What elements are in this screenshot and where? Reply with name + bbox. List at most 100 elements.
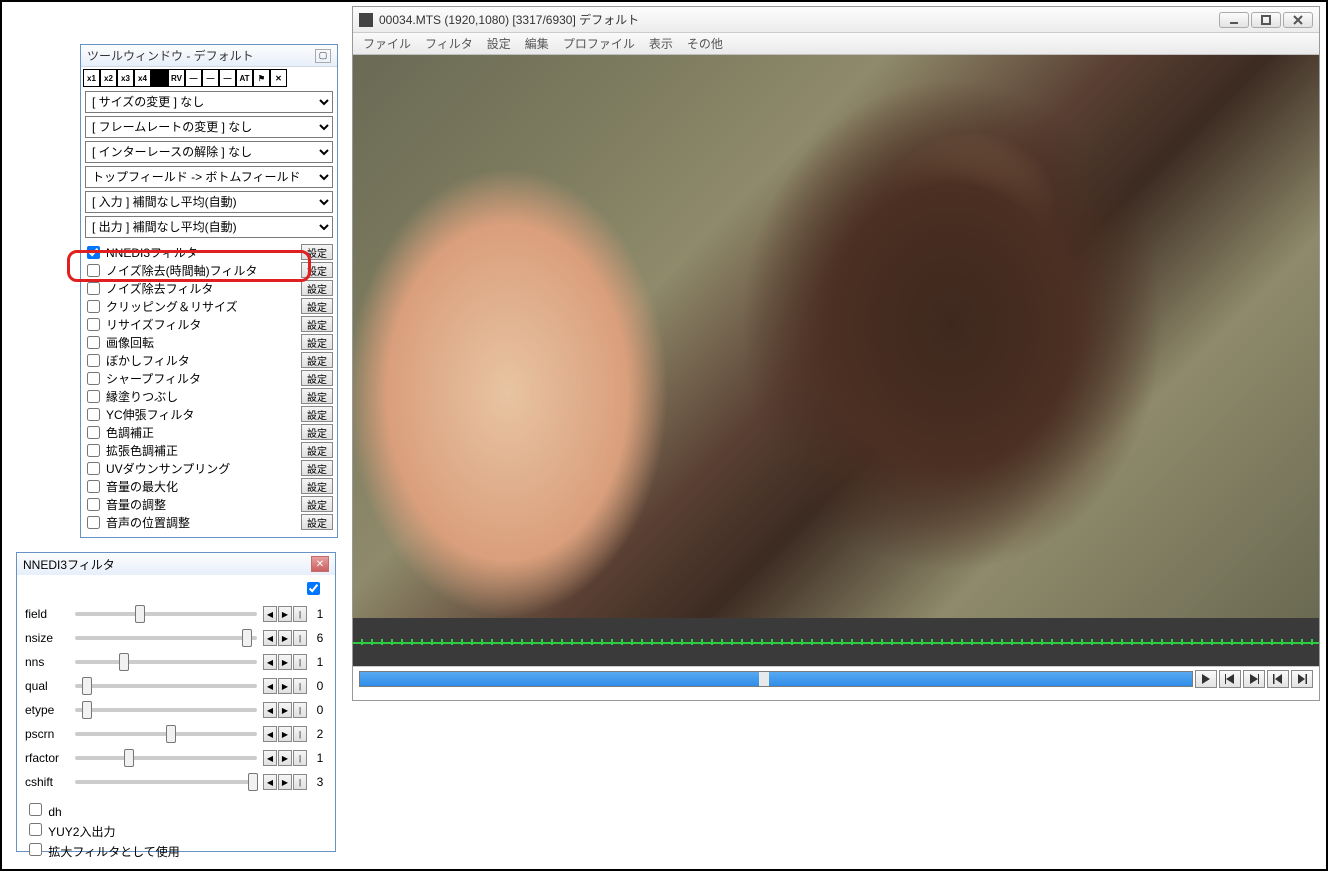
slider-inc-button[interactable]: ▶	[278, 774, 292, 790]
tool-titlebar[interactable]: ツールウィンドウ - デフォルト ▢	[81, 45, 337, 67]
menu-file[interactable]: ファイル	[363, 35, 411, 52]
slider-reset-button[interactable]: |	[293, 726, 307, 742]
menu-edit[interactable]: 編集	[525, 35, 549, 52]
toolbar-black-button[interactable]	[151, 69, 168, 87]
toolbar-rv-button[interactable]: RV	[168, 69, 185, 87]
filter-checkbox[interactable]	[87, 444, 100, 457]
slider-dec-button[interactable]: ◀	[263, 630, 277, 646]
slider-dec-button[interactable]: ◀	[263, 606, 277, 622]
filter-settings-button[interactable]: 設定	[301, 514, 333, 530]
zoom-x4-button[interactable]: x4	[134, 69, 151, 87]
slider-reset-button[interactable]: |	[293, 774, 307, 790]
slider-dec-button[interactable]: ◀	[263, 702, 277, 718]
slider-track[interactable]	[75, 660, 257, 664]
filter-checkbox[interactable]	[87, 372, 100, 385]
slider-dec-button[interactable]: ◀	[263, 678, 277, 694]
filter-settings-button[interactable]: 設定	[301, 496, 333, 512]
slider-track[interactable]	[75, 708, 257, 712]
nnedi-checkbox[interactable]	[29, 803, 42, 816]
filter-checkbox[interactable]	[87, 300, 100, 313]
toolbar-bar2-button[interactable]: —	[202, 69, 219, 87]
filter-checkbox[interactable]	[87, 390, 100, 403]
toolbar-bar3-button[interactable]: —	[219, 69, 236, 87]
filter-settings-button[interactable]: 設定	[301, 370, 333, 386]
slider-reset-button[interactable]: |	[293, 750, 307, 766]
filter-settings-button[interactable]: 設定	[301, 406, 333, 422]
tool-select-3[interactable]: トップフィールド -> ボトムフィールド	[85, 166, 333, 188]
nnedi-checkbox[interactable]	[29, 843, 42, 856]
slider-thumb[interactable]	[248, 773, 258, 791]
toolbar-at-button[interactable]: AT	[236, 69, 253, 87]
tool-select-0[interactable]: [ サイズの変更 ] なし	[85, 91, 333, 113]
play-button[interactable]	[1195, 670, 1217, 688]
main-titlebar[interactable]: 00034.MTS (1920,1080) [3317/6930] デフォルト	[353, 7, 1319, 33]
go-end-button[interactable]	[1291, 670, 1313, 688]
go-start-button[interactable]	[1267, 670, 1289, 688]
toolbar-bar1-button[interactable]: —	[185, 69, 202, 87]
filter-checkbox[interactable]	[87, 318, 100, 331]
slider-thumb[interactable]	[119, 653, 129, 671]
zoom-x2-button[interactable]: x2	[100, 69, 117, 87]
filter-checkbox[interactable]	[87, 336, 100, 349]
filter-settings-button[interactable]: 設定	[301, 280, 333, 296]
close-button[interactable]	[1283, 12, 1313, 28]
slider-inc-button[interactable]: ▶	[278, 726, 292, 742]
filter-settings-button[interactable]: 設定	[301, 316, 333, 332]
maximize-button[interactable]	[1251, 12, 1281, 28]
filter-checkbox[interactable]	[87, 462, 100, 475]
slider-reset-button[interactable]: |	[293, 678, 307, 694]
minimize-button[interactable]	[1219, 12, 1249, 28]
tool-select-1[interactable]: [ フレームレートの変更 ] なし	[85, 116, 333, 138]
slider-inc-button[interactable]: ▶	[278, 750, 292, 766]
slider-reset-button[interactable]: |	[293, 654, 307, 670]
slider-track[interactable]	[75, 684, 257, 688]
slider-reset-button[interactable]: |	[293, 630, 307, 646]
slider-thumb[interactable]	[124, 749, 134, 767]
slider-reset-button[interactable]: |	[293, 606, 307, 622]
tool-select-2[interactable]: [ インターレースの解除 ] なし	[85, 141, 333, 163]
timeline-scrubber[interactable]	[359, 671, 1193, 687]
zoom-x1-button[interactable]: x1	[83, 69, 100, 87]
slider-reset-button[interactable]: |	[293, 702, 307, 718]
filter-settings-button[interactable]: 設定	[301, 424, 333, 440]
slider-track[interactable]	[75, 612, 257, 616]
filter-checkbox[interactable]	[87, 264, 100, 277]
zoom-x3-button[interactable]: x3	[117, 69, 134, 87]
slider-inc-button[interactable]: ▶	[278, 702, 292, 718]
filter-checkbox[interactable]	[87, 246, 100, 259]
filter-checkbox[interactable]	[87, 426, 100, 439]
slider-dec-button[interactable]: ◀	[263, 774, 277, 790]
filter-checkbox[interactable]	[87, 480, 100, 493]
menu-profile[interactable]: プロファイル	[563, 35, 635, 52]
filter-checkbox[interactable]	[87, 516, 100, 529]
menu-other[interactable]: その他	[687, 35, 723, 52]
tool-close-button[interactable]: ▢	[315, 49, 331, 63]
slider-thumb[interactable]	[82, 701, 92, 719]
slider-track[interactable]	[75, 636, 257, 640]
nnedi3-close-button[interactable]: ✕	[311, 556, 329, 572]
slider-thumb[interactable]	[166, 725, 176, 743]
slider-inc-button[interactable]: ▶	[278, 630, 292, 646]
filter-settings-button[interactable]: 設定	[301, 478, 333, 494]
filter-checkbox[interactable]	[87, 354, 100, 367]
menu-filter[interactable]: フィルタ	[425, 35, 473, 52]
slider-thumb[interactable]	[82, 677, 92, 695]
nnedi-checkbox[interactable]	[29, 823, 42, 836]
filter-checkbox[interactable]	[87, 498, 100, 511]
tool-select-5[interactable]: [ 出力 ] 補間なし平均(自動)	[85, 216, 333, 238]
slider-track[interactable]	[75, 780, 257, 784]
slider-track[interactable]	[75, 756, 257, 760]
slider-dec-button[interactable]: ◀	[263, 654, 277, 670]
filter-settings-button[interactable]: 設定	[301, 442, 333, 458]
slider-thumb[interactable]	[242, 629, 252, 647]
filter-settings-button[interactable]: 設定	[301, 460, 333, 476]
toolbar-flag-button[interactable]: ⚑	[253, 69, 270, 87]
slider-inc-button[interactable]: ▶	[278, 678, 292, 694]
nnedi3-titlebar[interactable]: NNEDI3フィルタ ✕	[17, 553, 335, 575]
filter-settings-button[interactable]: 設定	[301, 244, 333, 260]
slider-track[interactable]	[75, 732, 257, 736]
toolbar-x-button[interactable]: ✕	[270, 69, 287, 87]
filter-settings-button[interactable]: 設定	[301, 352, 333, 368]
menu-view[interactable]: 表示	[649, 35, 673, 52]
slider-inc-button[interactable]: ▶	[278, 606, 292, 622]
